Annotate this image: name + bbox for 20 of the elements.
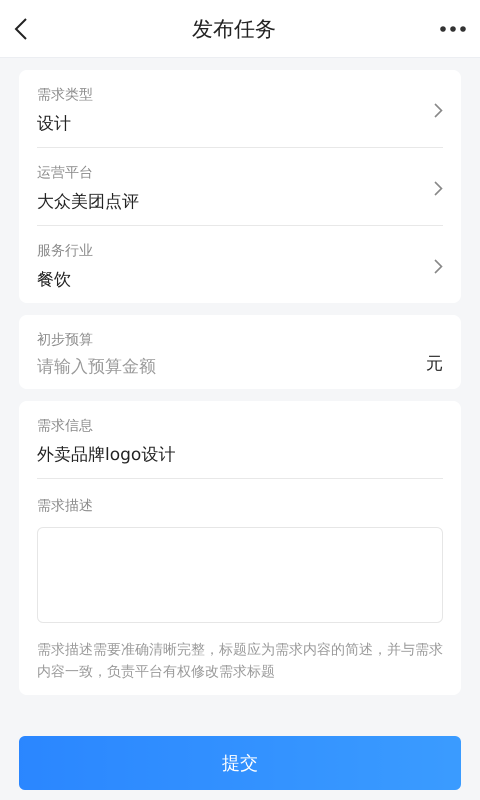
field-label: 服务行业 [37, 242, 93, 260]
field-label: 初步预算 [37, 331, 94, 349]
field-label: 运营平台 [37, 164, 94, 182]
chevron-right-icon [434, 259, 443, 274]
field-value[interactable]: 大众美团点评 [37, 190, 139, 213]
chevron-right-icon [434, 181, 443, 196]
unit-label: 元 [426, 353, 443, 376]
field-label: 需求类型 [37, 86, 93, 104]
field-value[interactable]: 餐饮 [37, 268, 93, 291]
field-label: 需求描述 [37, 498, 93, 514]
hint-text: 需求描述需要准确清晰完整，标题应为需求内容的简述，并与需求内容一致，负责平台有权修改需求标题 [37, 641, 443, 682]
field-value[interactable]: 外卖品牌logo设计 [37, 443, 176, 466]
page-title: 发布任务 [192, 16, 276, 42]
field-label: 需求信息 [37, 417, 94, 435]
description-input[interactable] [37, 527, 443, 623]
back-icon[interactable] [14, 16, 28, 40]
more-icon[interactable] [440, 26, 466, 32]
field-value[interactable]: 设计 [37, 112, 93, 135]
budget-input[interactable]: 请输入预算金额 [37, 357, 337, 377]
chevron-right-icon [434, 103, 443, 118]
